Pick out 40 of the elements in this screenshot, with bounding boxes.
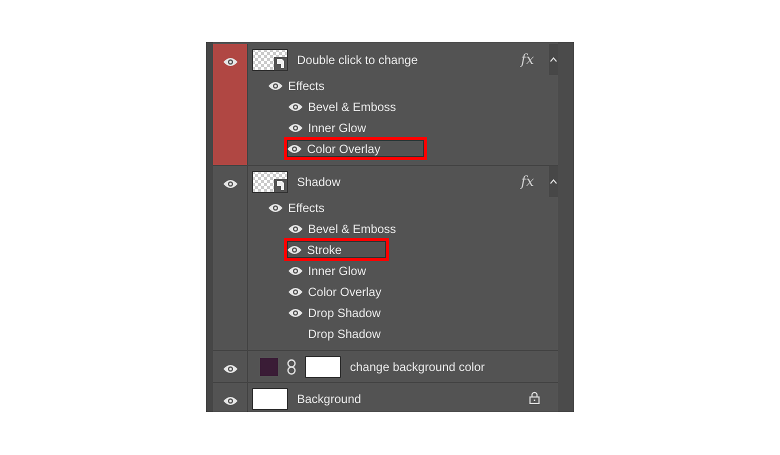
eye-icon[interactable]	[288, 102, 303, 112]
layer-mask-thumbnail	[305, 356, 341, 378]
layer-name: Shadow	[297, 174, 340, 188]
layer-thumbnail	[252, 170, 288, 192]
eye-icon[interactable]	[288, 122, 303, 132]
effect-name[interactable]: Color Overlay	[307, 142, 380, 156]
eye-icon[interactable]	[268, 202, 283, 212]
eye-icon[interactable]	[288, 286, 303, 296]
collapse-caret-icon[interactable]	[550, 179, 557, 184]
eye-icon[interactable]	[222, 179, 238, 189]
effect-name[interactable]: Drop Shadow	[308, 326, 381, 340]
effects-label[interactable]: Effects	[288, 200, 324, 214]
layer-name: Background	[297, 392, 362, 406]
effect-name[interactable]: Stroke	[307, 242, 342, 256]
eye-icon[interactable]	[287, 144, 302, 154]
layer-name: Double click to change	[297, 52, 418, 66]
scrollbar-track[interactable]	[558, 42, 574, 412]
effect-name[interactable]: Drop Shadow	[308, 306, 381, 320]
lock-icon[interactable]	[529, 390, 540, 404]
layer-thumbnail	[252, 48, 288, 70]
eye-icon[interactable]	[222, 364, 238, 374]
effect-name[interactable]: Bevel & Emboss	[308, 222, 396, 236]
eye-icon[interactable]	[222, 396, 238, 406]
layer-thumbnail	[252, 388, 288, 410]
eye-icon[interactable]	[288, 224, 303, 234]
fx-icon[interactable]: fx	[520, 52, 534, 68]
eye-icon[interactable]	[288, 308, 303, 318]
effect-name[interactable]: Color Overlay	[308, 284, 382, 298]
layer-name: change background color	[350, 360, 485, 374]
fx-icon[interactable]: fx	[520, 174, 534, 190]
eye-icon[interactable]	[222, 57, 238, 67]
eye-icon[interactable]	[288, 266, 303, 276]
collapse-caret-icon[interactable]	[550, 57, 557, 62]
effect-name[interactable]: Bevel & Emboss	[308, 100, 396, 114]
eye-icon[interactable]	[287, 244, 302, 254]
link-icon	[287, 358, 296, 374]
effects-label[interactable]: Effects	[288, 78, 324, 92]
eye-icon[interactable]	[268, 80, 283, 90]
effect-name[interactable]: Inner Glow	[308, 120, 366, 134]
effect-name[interactable]: Inner Glow	[308, 264, 366, 278]
